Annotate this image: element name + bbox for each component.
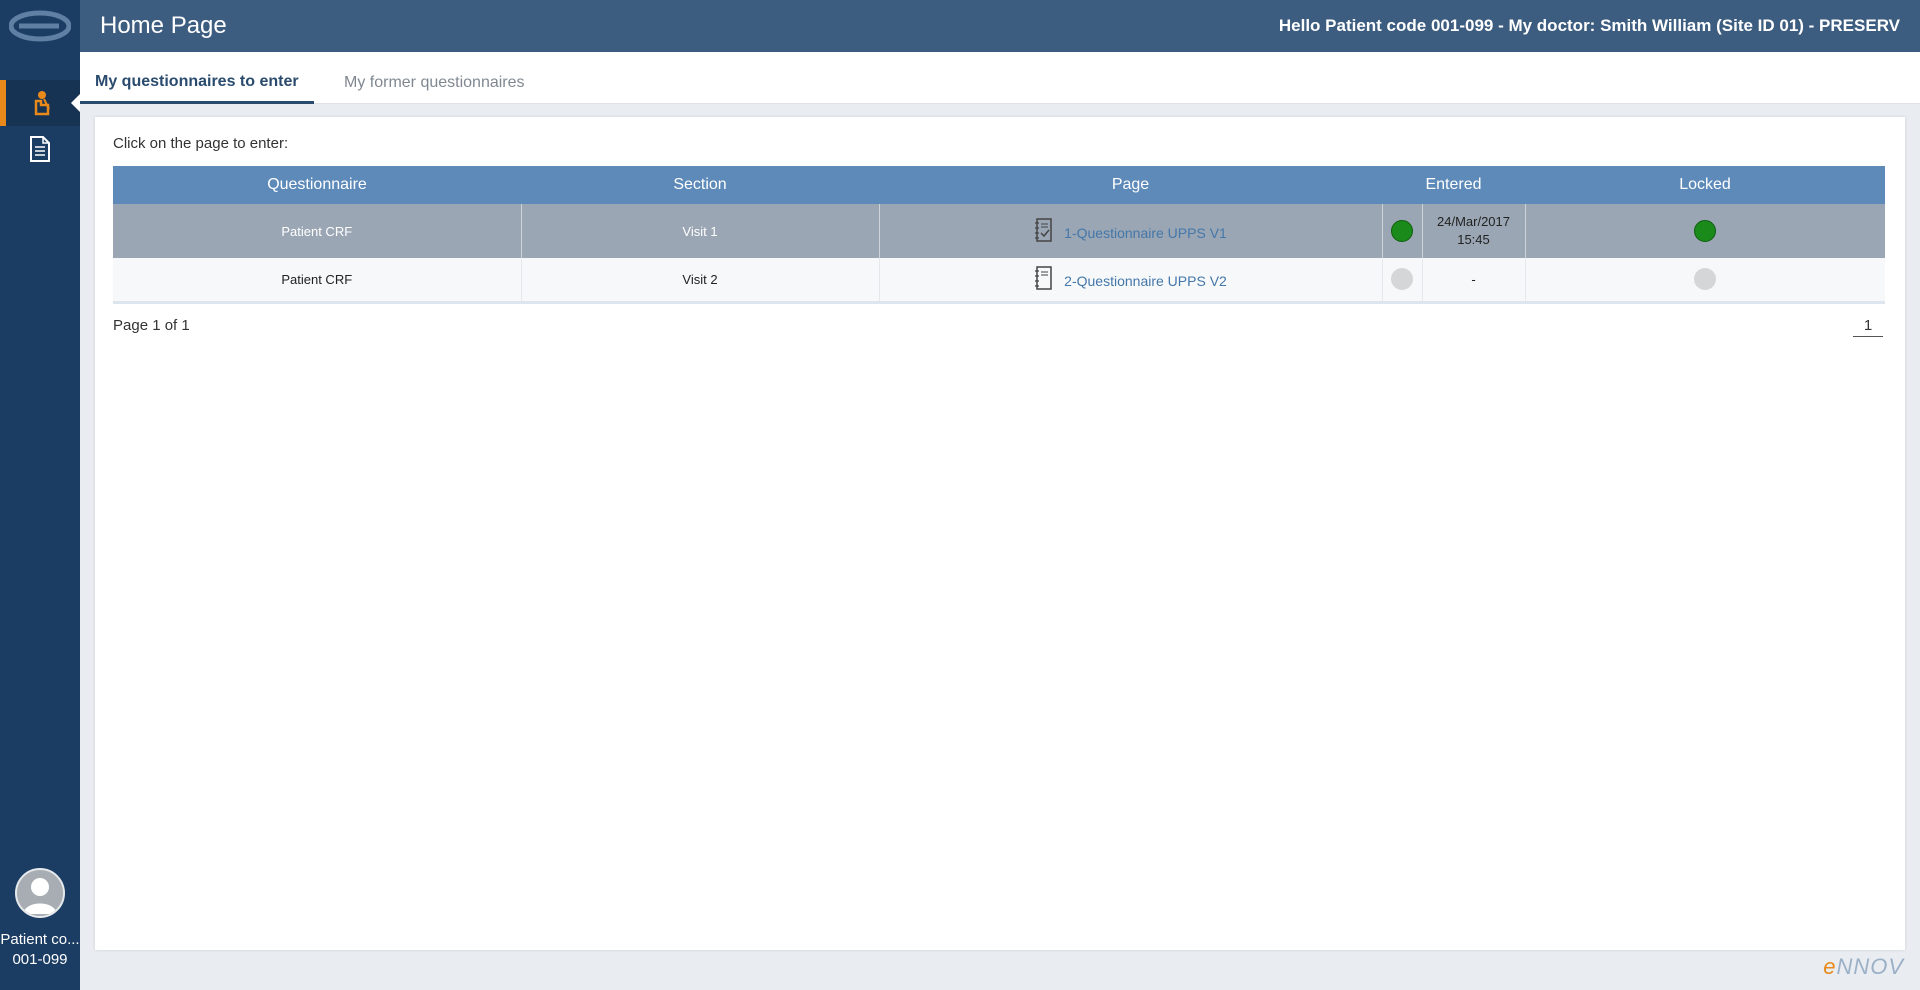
page-title: Home Page xyxy=(100,12,227,39)
brand-logo: eNNOV xyxy=(1823,954,1904,980)
entered-date: - xyxy=(1471,271,1476,287)
patient-icon xyxy=(34,91,50,116)
user-name: Patient co... 001-099 xyxy=(0,930,80,970)
entered-time: 15:45 xyxy=(1457,232,1490,247)
table-header-row: Questionnaire Section Page Entered Locke… xyxy=(113,166,1885,204)
cell-page: 2-Questionnaire UPPS V2 xyxy=(879,258,1383,304)
cell-entered-status xyxy=(1382,258,1423,304)
entered-status-indicator xyxy=(1391,268,1413,291)
avatar-icon[interactable] xyxy=(15,868,65,918)
sidebar-item-documents[interactable] xyxy=(0,126,80,172)
tab-bar: My questionnaires to enter My former que… xyxy=(80,52,1920,104)
locked-status-indicator xyxy=(1694,220,1717,242)
cell-entered-status xyxy=(1382,204,1423,258)
page-icon xyxy=(1035,266,1052,290)
logo-icon[interactable] xyxy=(0,0,80,52)
column-header-section[interactable]: Section xyxy=(521,166,879,204)
pager-info: Page 1 of 1 xyxy=(113,317,190,334)
content-panel: Click on the page to enter: Questionnair… xyxy=(95,117,1905,950)
column-header-questionnaire[interactable]: Questionnaire xyxy=(113,166,521,204)
questionnaire-table: Questionnaire Section Page Entered Locke… xyxy=(113,166,1885,304)
tab-former-questionnaires[interactable]: My former questionnaires xyxy=(329,52,540,104)
sidebar: Patient co... 001-099 xyxy=(0,0,80,990)
cell-questionnaire: Patient CRF xyxy=(113,258,522,304)
tab-questionnaires-to-enter[interactable]: My questionnaires to enter xyxy=(80,52,314,104)
cell-page: 1-Questionnaire UPPS V1 xyxy=(879,204,1383,258)
column-header-entered[interactable]: Entered xyxy=(1382,166,1525,204)
cell-entered-date: 24/Mar/2017 15:45 xyxy=(1422,204,1526,258)
user-name-line1: Patient co... xyxy=(0,931,80,948)
cell-section: Visit 1 xyxy=(521,204,880,258)
cell-locked-status xyxy=(1525,204,1885,258)
page-link[interactable]: 1-Questionnaire UPPS V1 xyxy=(1034,217,1227,242)
page-link-label: 1-Questionnaire UPPS V1 xyxy=(1064,224,1227,241)
entered-status-indicator xyxy=(1391,220,1413,242)
cell-questionnaire: Patient CRF xyxy=(113,204,522,258)
header: Home Page Hello Patient code 001-099 - M… xyxy=(80,0,1920,52)
cell-entered-date: - xyxy=(1422,258,1526,304)
instruction-text: Click on the page to enter: xyxy=(113,135,289,152)
column-header-locked[interactable]: Locked xyxy=(1525,166,1885,204)
page-link-label: 2-Questionnaire UPPS V2 xyxy=(1064,272,1227,289)
brand-logo-e: e xyxy=(1823,954,1837,979)
page-checked-icon xyxy=(1035,217,1052,242)
table-row[interactable]: Patient CRF Visit 1 1-Questionnaire UPPS… xyxy=(113,204,1885,258)
cell-locked-status xyxy=(1525,258,1885,304)
page-link[interactable]: 2-Questionnaire UPPS V2 xyxy=(1034,266,1227,290)
cell-section: Visit 2 xyxy=(521,258,880,304)
entered-date: 24/Mar/2017 xyxy=(1437,214,1510,229)
document-icon xyxy=(30,136,50,162)
brand-logo-text: NNOV xyxy=(1836,954,1904,979)
table-row[interactable]: Patient CRF Visit 2 2-Questionnaire UPPS… xyxy=(113,258,1885,304)
user-name-line2: 001-099 xyxy=(12,951,68,968)
locked-status-indicator xyxy=(1694,268,1717,291)
greeting: Hello Patient code 001-099 - My doctor: … xyxy=(1278,16,1900,35)
pager-page-1[interactable]: 1 xyxy=(1853,317,1883,337)
sidebar-item-patient[interactable] xyxy=(0,80,80,126)
column-header-page[interactable]: Page xyxy=(879,166,1382,204)
